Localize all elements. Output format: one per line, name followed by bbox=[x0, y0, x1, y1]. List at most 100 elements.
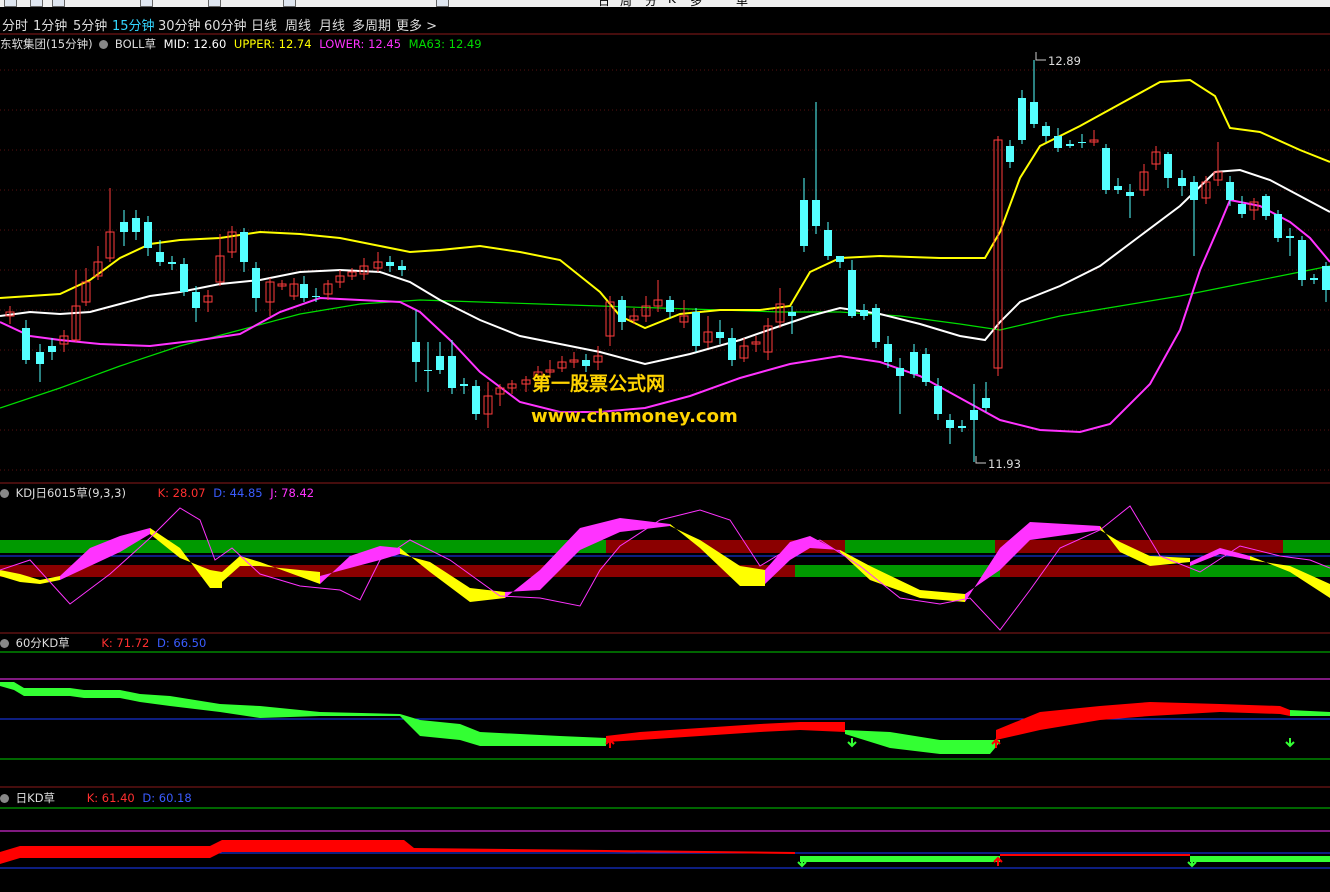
kdj-ribbon-up bbox=[965, 522, 1100, 602]
kd60-band-green bbox=[0, 682, 606, 746]
kdday-k: K: 61.40 bbox=[86, 791, 135, 805]
candle-body-down bbox=[312, 296, 320, 297]
candle-body-down bbox=[788, 312, 796, 316]
kdday-band-green bbox=[800, 856, 1000, 862]
candle-body-down bbox=[240, 232, 248, 262]
candle-body-down bbox=[1018, 98, 1026, 140]
kdj-stripe-top bbox=[845, 540, 995, 553]
candle-body-down bbox=[180, 264, 188, 292]
low-price-label: 11.93 bbox=[988, 457, 1021, 471]
high-marker bbox=[1035, 52, 1046, 61]
boll-lower: LOWER: 12.45 bbox=[319, 37, 402, 51]
candle-body-down bbox=[958, 426, 966, 428]
watermark-line1: 第一股票公式网 bbox=[532, 373, 666, 395]
kdj-d: D: 44.85 bbox=[213, 486, 263, 500]
kdday-d: D: 60.18 bbox=[142, 791, 192, 805]
collapse-icon[interactable] bbox=[99, 40, 109, 49]
candle-body-down bbox=[824, 230, 832, 256]
indicator-name[interactable]: BOLL草 bbox=[115, 37, 156, 51]
kdj-k: K: 28.07 bbox=[157, 486, 206, 500]
candle-body-down bbox=[472, 386, 480, 414]
candle-body-down bbox=[910, 352, 918, 374]
candle-body-down bbox=[36, 352, 44, 364]
candle-body-down bbox=[132, 218, 140, 232]
boll-ma63: MA63: 12.49 bbox=[408, 37, 482, 51]
collapse-icon[interactable] bbox=[0, 489, 9, 498]
kd60-band-red bbox=[606, 722, 845, 742]
candle-body-down bbox=[1126, 192, 1134, 196]
candle-body-down bbox=[934, 386, 942, 414]
candle-body-down bbox=[1274, 214, 1282, 238]
collapse-icon[interactable] bbox=[0, 639, 9, 648]
candle-body-down bbox=[970, 410, 978, 420]
boll-mid: MID: 12.60 bbox=[163, 37, 227, 51]
candle-body-down bbox=[436, 356, 444, 370]
kd60-d: D: 66.50 bbox=[157, 636, 207, 650]
candle-body-down bbox=[1178, 178, 1186, 186]
kdj-stripe-bottom bbox=[795, 565, 1000, 577]
sell-arrow-icon bbox=[1285, 738, 1295, 748]
candle-body-down bbox=[1102, 148, 1110, 190]
candle-body-down bbox=[812, 200, 820, 226]
chart-canvas[interactable] bbox=[0, 0, 1330, 892]
kd60-band-red bbox=[996, 702, 1290, 740]
low-marker bbox=[975, 456, 986, 464]
collapse-icon[interactable] bbox=[0, 794, 9, 803]
kdday-name[interactable]: 日KD草 bbox=[16, 791, 55, 805]
kdday-panel bbox=[0, 807, 1330, 869]
candle-body-down bbox=[156, 252, 164, 262]
kdj-j: J: 78.42 bbox=[270, 486, 315, 500]
candle-body-down bbox=[1190, 182, 1198, 200]
kdj-stripe-bottom bbox=[1000, 565, 1190, 577]
candle-body-down bbox=[982, 398, 990, 408]
candle-body-down bbox=[1054, 136, 1062, 148]
kdj-stripe-top bbox=[1283, 540, 1330, 553]
stock-name[interactable]: 东软集团(15分钟) bbox=[0, 37, 93, 51]
kdj-panel bbox=[0, 505, 1330, 631]
kdday-panel-header: 日KD草 K: 61.40 D: 60.18 bbox=[0, 790, 192, 806]
candle-body-down bbox=[884, 344, 892, 362]
boll-upper: UPPER: 12.74 bbox=[233, 37, 312, 51]
candle-body-down bbox=[460, 384, 468, 386]
main-panel-header: 东软集团(15分钟) BOLL草 MID: 12.60 UPPER: 12.74… bbox=[0, 36, 482, 52]
watermark-line2: www.chnmoney.com bbox=[531, 406, 738, 427]
candle-body-down bbox=[836, 256, 844, 262]
candle-body-down bbox=[192, 292, 200, 308]
high-price-label: 12.89 bbox=[1048, 54, 1081, 68]
candle-body-down bbox=[692, 312, 700, 346]
candle-body-down bbox=[716, 332, 724, 338]
kd60-name[interactable]: 60分KD草 bbox=[16, 636, 70, 650]
candle-body-down bbox=[448, 356, 456, 388]
kd60-panel bbox=[0, 651, 1330, 760]
kd60-k: K: 71.72 bbox=[101, 636, 150, 650]
candle-body-down bbox=[1298, 240, 1306, 280]
candle-body-down bbox=[398, 266, 406, 270]
candle-body-down bbox=[922, 354, 930, 382]
kd60-band-green bbox=[1290, 710, 1330, 716]
candle-body-down bbox=[728, 338, 736, 360]
kdday-band-green bbox=[1190, 856, 1330, 862]
candle-body-down bbox=[1322, 266, 1330, 290]
candle-body-down bbox=[666, 300, 674, 312]
boll-lower-line bbox=[0, 198, 1330, 434]
candle-body-down bbox=[1286, 236, 1294, 238]
candle-body-down bbox=[412, 342, 420, 362]
candle-body-down bbox=[1066, 144, 1074, 146]
candle-body-down bbox=[252, 268, 260, 298]
candle-body-down bbox=[1078, 142, 1086, 143]
candle-body-down bbox=[144, 222, 152, 248]
candle-body-down bbox=[896, 368, 904, 376]
kdday-band-red bbox=[0, 840, 795, 864]
candle-body-down bbox=[1310, 278, 1318, 280]
sell-arrow-icon bbox=[847, 738, 857, 748]
candle-body-down bbox=[1226, 182, 1234, 200]
kdday-band-red bbox=[1000, 854, 1190, 856]
candle-body-down bbox=[800, 200, 808, 246]
candle-body-down bbox=[618, 300, 626, 322]
kd60-panel-header: 60分KD草 K: 71.72 D: 66.50 bbox=[0, 635, 206, 651]
kdj-name[interactable]: KDJ日6015草(9,3,3) bbox=[16, 486, 126, 500]
candle-body-down bbox=[168, 262, 176, 264]
candle-body-down bbox=[1042, 126, 1050, 136]
kd60-band-green bbox=[845, 730, 1000, 754]
candle-body-down bbox=[1164, 154, 1172, 178]
